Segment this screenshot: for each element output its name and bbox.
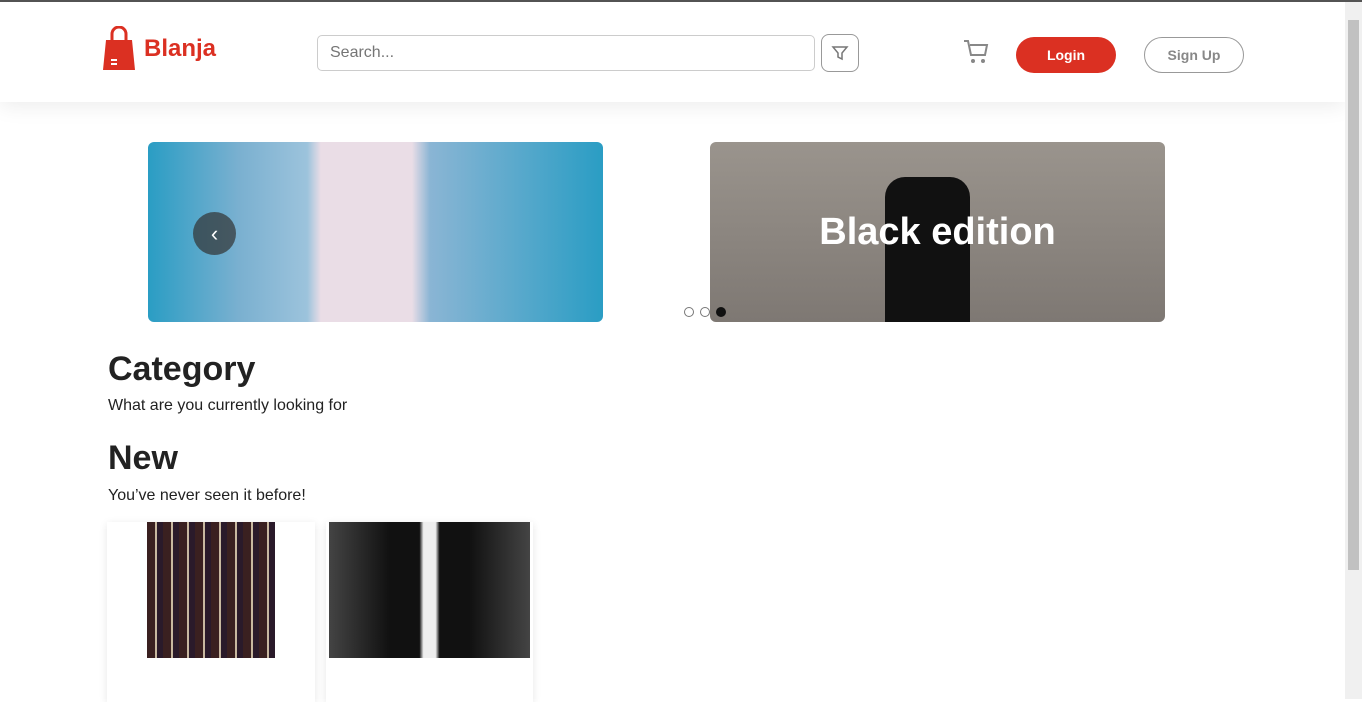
signup-button[interactable]: Sign Up — [1144, 37, 1244, 73]
carousel-prev-button[interactable]: ‹ — [193, 212, 236, 255]
product-image — [147, 522, 275, 658]
brand-name: Blanja — [144, 35, 217, 62]
carousel-dot[interactable] — [684, 307, 694, 317]
filter-icon — [831, 46, 849, 61]
scrollbar-thumb[interactable] — [1348, 20, 1359, 570]
shopping-bag-icon — [103, 26, 135, 70]
carousel-dot-active[interactable] — [716, 307, 726, 317]
carousel-dot[interactable] — [700, 307, 710, 317]
category-subtitle: What are you currently looking for — [108, 397, 348, 414]
filter-button[interactable] — [821, 34, 859, 72]
carousel-dots — [684, 307, 726, 317]
brand-logo[interactable]: Blanja — [102, 26, 216, 72]
product-card[interactable] — [107, 522, 315, 702]
navbar: Blanja Login Sign Up — [0, 2, 1345, 102]
product-image — [329, 522, 530, 658]
login-button[interactable]: Login — [1016, 37, 1116, 73]
cart-button[interactable] — [962, 38, 990, 71]
scrollbar[interactable] — [1345, 2, 1362, 699]
carousel-slide-black-edition[interactable]: Black edition — [710, 142, 1165, 322]
cart-icon — [964, 40, 989, 63]
new-subtitle: You’ve never seen it before! — [108, 487, 306, 504]
product-card[interactable] — [326, 522, 533, 702]
new-title: New — [108, 439, 178, 477]
category-title: Category — [108, 350, 256, 388]
search-input[interactable] — [317, 35, 815, 71]
slide-caption: Black edition — [819, 210, 1056, 253]
chevron-left-icon: ‹ — [210, 220, 219, 246]
